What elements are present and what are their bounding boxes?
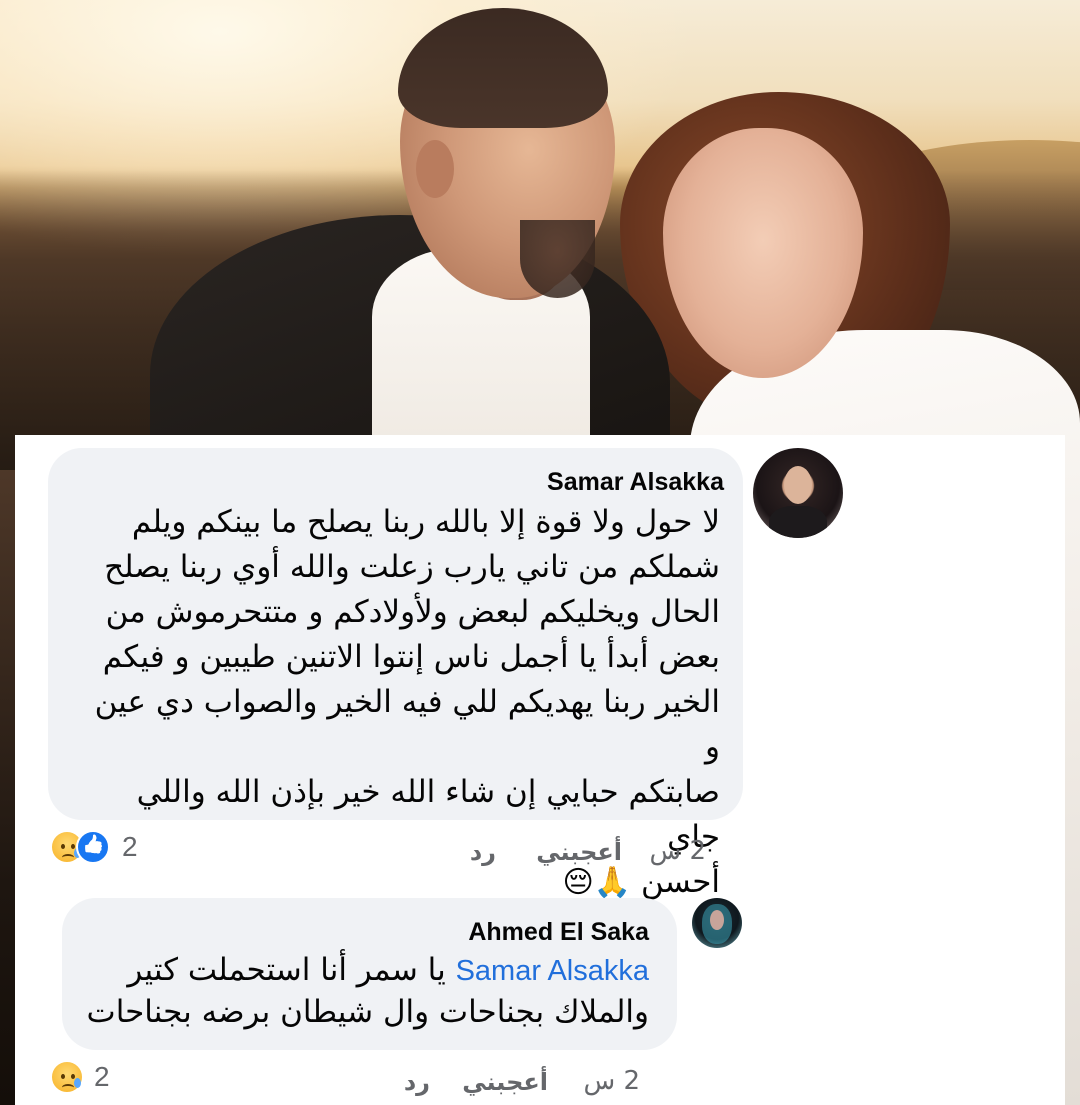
avatar[interactable] bbox=[753, 448, 843, 538]
comment-time: 2 س bbox=[583, 1066, 640, 1096]
like-button[interactable]: أعجبني bbox=[462, 1068, 548, 1096]
man-beard bbox=[520, 220, 595, 298]
man-ear bbox=[416, 140, 454, 198]
comment-line-1: Samar Alsakka يا سمر أنا استحملت كتير bbox=[69, 950, 649, 992]
reactions-summary[interactable]: 2 bbox=[50, 1060, 110, 1094]
reaction-count: 2 bbox=[122, 831, 138, 862]
comment-time: 2 س bbox=[649, 836, 706, 866]
comment-line: صابتكم حبايي إن شاء الله خير بإذن الله و… bbox=[136, 774, 720, 855]
avatar[interactable] bbox=[692, 898, 742, 948]
comment-line: يا سمر أنا استحملت كتير bbox=[127, 952, 446, 988]
comment-line: الخير ربنا يهديكم للي فيه الخير والصواب … bbox=[94, 684, 720, 765]
comment-line: شملكم من تاني يارب زعلت والله أوي ربنا ي… bbox=[104, 549, 720, 585]
sad-reaction-icon bbox=[50, 1060, 84, 1094]
like-button[interactable]: أعجبني bbox=[536, 838, 622, 866]
comment-text: Samar Alsakka يا سمر أنا استحملت كتير وا… bbox=[69, 950, 649, 1033]
reply-button[interactable]: رد bbox=[404, 1068, 430, 1096]
comment-line: الحال ويخليكم لبعض ولأولادكم و متتحرموش … bbox=[105, 594, 720, 630]
like-reaction-icon bbox=[76, 830, 110, 864]
reply-button[interactable]: رد bbox=[470, 838, 496, 866]
comment-line: والملاك بجناحات وال شيطان برضه بجناحات bbox=[86, 994, 649, 1030]
mention-link[interactable]: Samar Alsakka bbox=[456, 955, 649, 987]
comment-author[interactable]: Ahmed El Saka bbox=[468, 918, 649, 947]
reaction-count: 2 bbox=[94, 1061, 110, 1092]
comment-line: لا حول ولا قوة إلا بالله ربنا يصلح ما بي… bbox=[131, 504, 720, 540]
comment-text: لا حول ولا قوة إلا بالله ربنا يصلح ما بي… bbox=[80, 500, 720, 905]
comment-line: بعض أبدأ يا أجمل ناس إنتوا الاتنين طيبين… bbox=[102, 639, 720, 675]
reactions-summary[interactable]: 2 bbox=[50, 830, 138, 864]
pray-sad-emoji: 🙏😔 bbox=[562, 865, 632, 900]
comment-line: أحسن bbox=[640, 864, 720, 900]
comment-author[interactable]: Samar Alsakka bbox=[547, 468, 724, 497]
